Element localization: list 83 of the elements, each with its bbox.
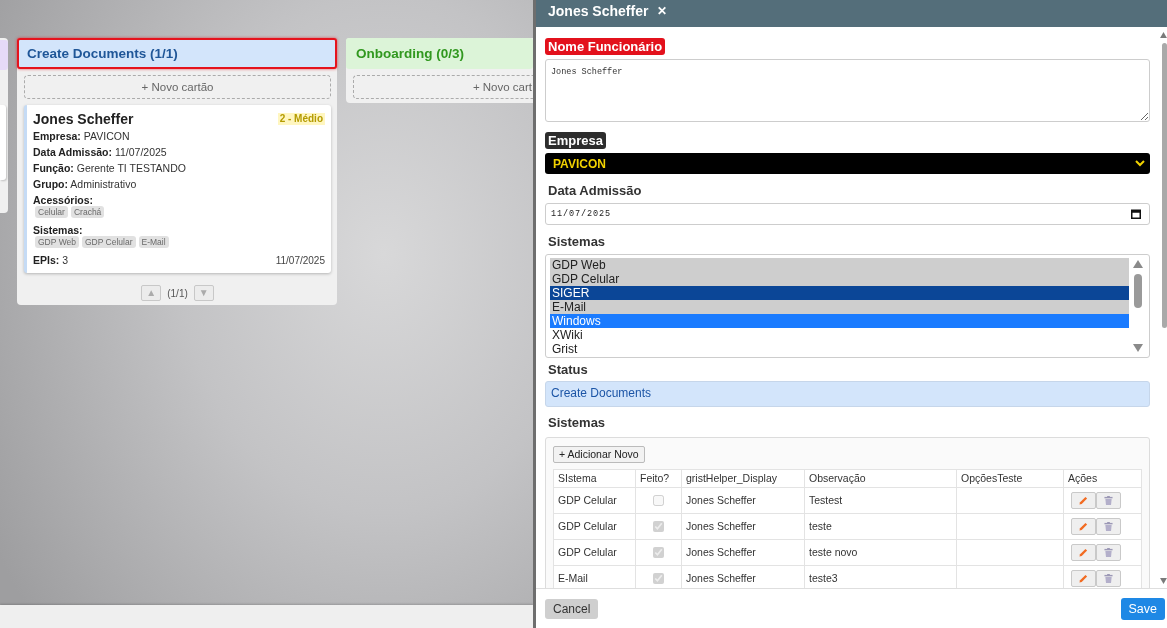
cancel-button[interactable]: Cancel bbox=[545, 598, 599, 619]
list-option[interactable]: GDP Web bbox=[550, 258, 1129, 272]
field-label: Sistemas bbox=[547, 415, 607, 431]
trash-icon bbox=[1103, 495, 1113, 505]
pencil-icon bbox=[1079, 547, 1088, 557]
card-field: EPIs: 3 bbox=[33, 252, 69, 268]
date-field[interactable]: 11/07/2025 bbox=[545, 203, 1150, 225]
list-option[interactable]: GDP Celular bbox=[550, 272, 1129, 286]
name-field[interactable]: Jones Scheffer bbox=[545, 59, 1150, 122]
trash-icon bbox=[1103, 573, 1113, 583]
table-cell: Jones Scheffer bbox=[681, 513, 805, 539]
scroll-down-icon[interactable] bbox=[1133, 344, 1143, 352]
delete-button[interactable] bbox=[1095, 543, 1121, 561]
table-heading: SIstema bbox=[553, 469, 636, 487]
tag: E-Mail bbox=[138, 236, 169, 248]
card-field: Empresa: PAVICON bbox=[33, 128, 325, 144]
table-cell: Jones Scheffer bbox=[681, 539, 805, 565]
card-title: Jones Scheffer bbox=[33, 111, 134, 127]
column-header: Onboarding (0/3) bbox=[346, 38, 533, 69]
scroll-up-icon[interactable] bbox=[1133, 260, 1143, 268]
list-option[interactable]: SIGER bbox=[550, 286, 1129, 300]
tag: GDP Web bbox=[35, 236, 79, 248]
page-indicator: (1/1) bbox=[167, 287, 188, 299]
list-option[interactable]: XWiki bbox=[550, 328, 1129, 342]
pencil-icon bbox=[1079, 521, 1088, 531]
field-label: Nome Funcionário bbox=[545, 38, 666, 55]
list-option[interactable]: Grist bbox=[550, 342, 1129, 356]
scroll-up-icon[interactable] bbox=[1160, 32, 1167, 38]
table-heading: Ações bbox=[1063, 469, 1142, 487]
delete-button[interactable] bbox=[1095, 569, 1121, 587]
company-select[interactable]: PAVICON bbox=[545, 153, 1150, 174]
status-field: Create Documents bbox=[545, 381, 1150, 407]
pencil-icon bbox=[1079, 573, 1088, 583]
table-heading: gristHelper_Display bbox=[681, 469, 805, 487]
table-cell: E-Mail bbox=[553, 565, 636, 588]
card-field: Grupo: Administrativo bbox=[33, 176, 325, 192]
table-heading: Feito? bbox=[635, 469, 682, 487]
tag: Celular bbox=[35, 206, 68, 218]
edit-button[interactable] bbox=[1071, 543, 1096, 561]
field-label: Empresa bbox=[545, 132, 606, 149]
table-cell: GDP Celular bbox=[553, 539, 636, 565]
systems-listbox[interactable]: GDP Web GDP Celular SIGER E-Mail Windows XWiki Grist bbox=[545, 254, 1150, 358]
close-button[interactable]: ✕ bbox=[657, 3, 668, 19]
card-field: Função: Gerente TI TESTANDO bbox=[33, 160, 325, 176]
save-button[interactable]: Save bbox=[1120, 597, 1165, 620]
scrollbar-thumb[interactable] bbox=[1134, 274, 1142, 308]
card-date: 11/07/2025 bbox=[275, 254, 325, 266]
table-heading: Observação bbox=[804, 469, 957, 487]
add-new-button[interactable]: + Adicionar Novo bbox=[553, 445, 645, 463]
list-option[interactable]: Windows bbox=[550, 314, 1129, 328]
edit-button[interactable] bbox=[1071, 569, 1096, 587]
table-cell: GDP Celular bbox=[553, 487, 636, 513]
edit-button[interactable] bbox=[1071, 517, 1096, 535]
delete-button[interactable] bbox=[1095, 491, 1121, 509]
table-cell: teste novo bbox=[804, 539, 957, 565]
table-cell: Testest bbox=[804, 487, 957, 513]
scrollbar-thumb[interactable] bbox=[1162, 43, 1167, 328]
list-option[interactable]: E-Mail bbox=[550, 300, 1129, 314]
field-label: Status bbox=[547, 362, 589, 378]
edit-button[interactable] bbox=[1071, 491, 1096, 509]
table-cell: teste bbox=[804, 513, 957, 539]
table-cell: Jones Scheffer bbox=[681, 487, 805, 513]
delete-button[interactable] bbox=[1095, 517, 1121, 535]
trash-icon bbox=[1103, 521, 1113, 531]
trash-icon bbox=[1103, 547, 1113, 557]
field-label: Data Admissão bbox=[547, 183, 643, 199]
priority-badge: 2 - Médio bbox=[277, 113, 325, 125]
scroll-down-icon[interactable] bbox=[1160, 578, 1167, 584]
calendar-icon bbox=[1131, 209, 1141, 219]
chevron-down-icon bbox=[1135, 160, 1145, 167]
card-field: Data Admissão: 11/07/2025 bbox=[33, 144, 325, 160]
table-heading: OpçõesTeste bbox=[956, 469, 1064, 487]
card-field-label: Sistemas: bbox=[33, 223, 84, 238]
pencil-icon bbox=[1079, 495, 1088, 505]
tag: GDP Celular bbox=[81, 236, 136, 248]
field-label: Sistemas bbox=[547, 234, 607, 250]
tag: Crachá bbox=[70, 206, 105, 218]
card-field-label: Acessórios: bbox=[33, 193, 95, 208]
table-cell: GDP Celular bbox=[553, 513, 636, 539]
panel-title: Jones Scheffer bbox=[548, 3, 649, 20]
column-header: Create Documents (1/1) bbox=[17, 38, 337, 69]
employee-card[interactable]: Jones Scheffer 2 - Médio Empresa: PAVICON Data Admissão: 11/07/2025 Função: Gerente TI TESTANDO Grupo: Administrativo Acessórios: Celular Crachá Sistemas: GDP Web GDP Celular E-Mail EPIs: 3 11/07/2025 bbox=[24, 105, 331, 273]
new-card-button[interactable]: + Novo cartão bbox=[24, 75, 331, 99]
